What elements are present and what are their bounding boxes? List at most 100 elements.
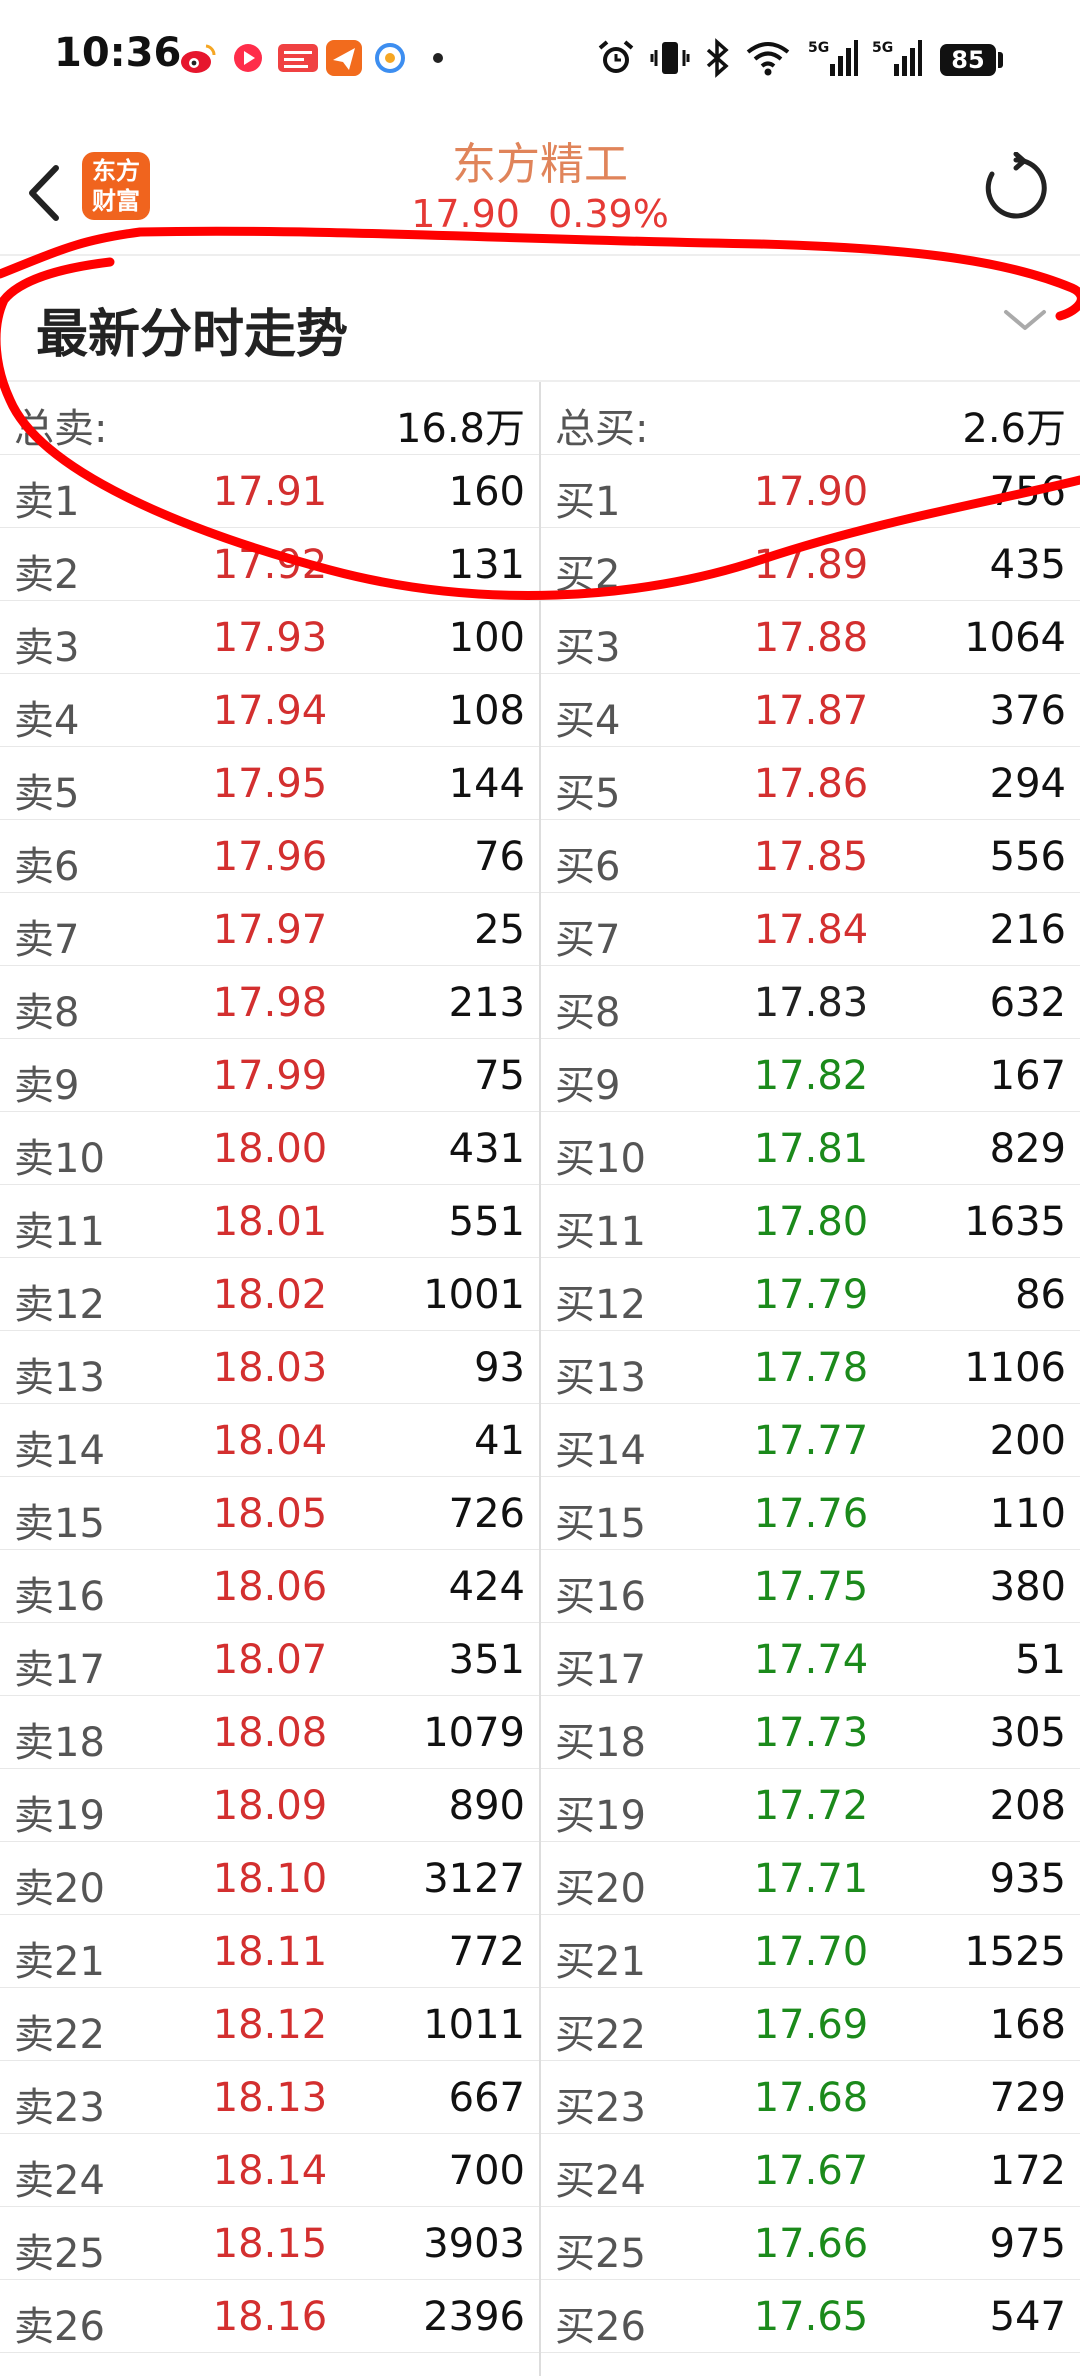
sell-volume: 75 [474, 1053, 525, 1099]
buy-row: 买11 17.80 1635 [541, 1185, 1080, 1258]
sell-row: 卖25 18.15 3903 [0, 2207, 539, 2280]
sell-row: 卖23 18.13 667 [0, 2061, 539, 2134]
buy-row: 买15 17.76 110 [541, 1477, 1080, 1550]
buy-volume: 632 [989, 980, 1066, 1026]
svg-text:5G: 5G [808, 40, 829, 56]
buy-volume: 729 [989, 2075, 1066, 2121]
buy-level-label: 买13 [555, 1355, 646, 1401]
sell-level-label: 卖14 [14, 1428, 105, 1474]
buy-price: 17.87 [753, 688, 869, 734]
sell-row: 卖8 17.98 213 [0, 966, 539, 1039]
buy-volume: 305 [989, 1710, 1066, 1756]
sell-price: 18.12 [212, 2002, 328, 2048]
buy-volume: 975 [989, 2221, 1066, 2267]
buy-level-label: 买3 [555, 625, 621, 671]
buy-row: 买10 17.81 829 [541, 1112, 1080, 1185]
buy-price: 17.74 [753, 1637, 869, 1683]
buy-row: 买24 17.67 172 [541, 2134, 1080, 2207]
sell-price: 18.16 [212, 2294, 328, 2340]
sell-row: 卖20 18.10 3127 [0, 1842, 539, 1915]
buy-price: 17.69 [753, 2002, 869, 2048]
refresh-icon[interactable] [980, 152, 1052, 224]
buy-row: 买17 17.74 51 [541, 1623, 1080, 1696]
total-sell-label: 总卖: [14, 406, 108, 452]
change-percent: 0.39% [548, 192, 669, 236]
sell-row: 卖15 18.05 726 [0, 1477, 539, 1550]
buy-price: 17.70 [753, 1929, 869, 1975]
sell-level-label: 卖6 [14, 844, 80, 890]
browser-icon [375, 43, 405, 73]
buy-level-label: 买18 [555, 1720, 646, 1766]
buy-volume: 547 [989, 2294, 1066, 2340]
buy-level-label: 买17 [555, 1647, 646, 1693]
sell-volume: 890 [448, 1783, 525, 1829]
buy-level-label: 买25 [555, 2231, 646, 2277]
total-buy-value: 2.6万 [962, 406, 1066, 452]
buy-level-label: 买12 [555, 1282, 646, 1328]
sell-price: 17.91 [212, 469, 328, 515]
buy-price: 17.81 [753, 1126, 869, 1172]
buy-level-label: 买20 [555, 1866, 646, 1912]
buy-level-label: 买24 [555, 2158, 646, 2204]
buy-row: 买26 17.65 547 [541, 2280, 1080, 2353]
buy-row: 买23 17.68 729 [541, 2061, 1080, 2134]
buy-row: 买3 17.88 1064 [541, 601, 1080, 674]
total-buy-label: 总买: [555, 406, 649, 452]
buy-price: 17.79 [753, 1272, 869, 1318]
sell-volume: 351 [448, 1637, 525, 1683]
stock-name: 东方精工 [452, 139, 628, 190]
sell-level-label: 卖2 [14, 552, 80, 598]
buy-volume: 756 [989, 469, 1066, 515]
buy-price: 17.78 [753, 1345, 869, 1391]
buy-volume: 435 [989, 542, 1066, 588]
sell-volume: 1079 [423, 1710, 525, 1756]
sell-row: 卖9 17.99 75 [0, 1039, 539, 1112]
column-divider [539, 382, 541, 2376]
app-header: 东方 财富 东方精工 17.90 0.39% [0, 118, 1080, 254]
buy-level-label: 买23 [555, 2085, 646, 2131]
buy-volume: 51 [1015, 1637, 1066, 1683]
sell-volume: 25 [474, 907, 525, 953]
sell-volume: 700 [448, 2148, 525, 2194]
buy-volume: 294 [989, 761, 1066, 807]
buy-volume: 216 [989, 907, 1066, 953]
sell-volume: 1001 [423, 1272, 525, 1318]
sell-row: 卖12 18.02 1001 [0, 1258, 539, 1331]
buy-row: 买19 17.72 208 [541, 1769, 1080, 1842]
sell-row: 卖18 18.08 1079 [0, 1696, 539, 1769]
sell-row: 卖13 18.03 93 [0, 1331, 539, 1404]
buy-level-label: 买22 [555, 2012, 646, 2058]
sell-volume: 213 [448, 980, 525, 1026]
sell-level-label: 卖8 [14, 990, 80, 1036]
section-header[interactable]: 最新分时走势 [0, 254, 1080, 382]
buy-volume: 1106 [964, 1345, 1066, 1391]
buy-price: 17.77 [753, 1418, 869, 1464]
sell-volume: 431 [448, 1126, 525, 1172]
total-sell-row: 总卖: 16.8万 [0, 382, 539, 455]
buy-level-label: 买7 [555, 917, 621, 963]
buy-volume: 86 [1015, 1272, 1066, 1318]
buy-side: 总买: 2.6万 买1 17.90 756 买2 17.89 435 买3 17.88 1064… [541, 382, 1080, 2353]
sell-price: 18.01 [212, 1199, 328, 1245]
sell-level-label: 卖3 [14, 625, 80, 671]
sell-row: 卖24 18.14 700 [0, 2134, 539, 2207]
sell-level-label: 卖17 [14, 1647, 105, 1693]
buy-level-label: 买15 [555, 1501, 646, 1547]
chevron-down-icon[interactable] [1000, 302, 1050, 338]
sell-level-label: 卖1 [14, 479, 80, 525]
sell-volume: 108 [448, 688, 525, 734]
sell-volume: 160 [448, 469, 525, 515]
buy-volume: 167 [989, 1053, 1066, 1099]
buy-volume: 172 [989, 2148, 1066, 2194]
sell-price: 18.04 [212, 1418, 328, 1464]
sell-level-label: 卖22 [14, 2012, 105, 2058]
buy-row: 买16 17.75 380 [541, 1550, 1080, 1623]
sell-row: 卖22 18.12 1011 [0, 1988, 539, 2061]
sell-price: 17.98 [212, 980, 328, 1026]
buy-volume: 168 [989, 2002, 1066, 2048]
buy-price: 17.68 [753, 2075, 869, 2121]
sell-level-label: 卖26 [14, 2304, 105, 2350]
sell-price: 18.11 [212, 1929, 328, 1975]
quote-line: 17.90 0.39% [0, 192, 1080, 236]
sell-level-label: 卖24 [14, 2158, 105, 2204]
